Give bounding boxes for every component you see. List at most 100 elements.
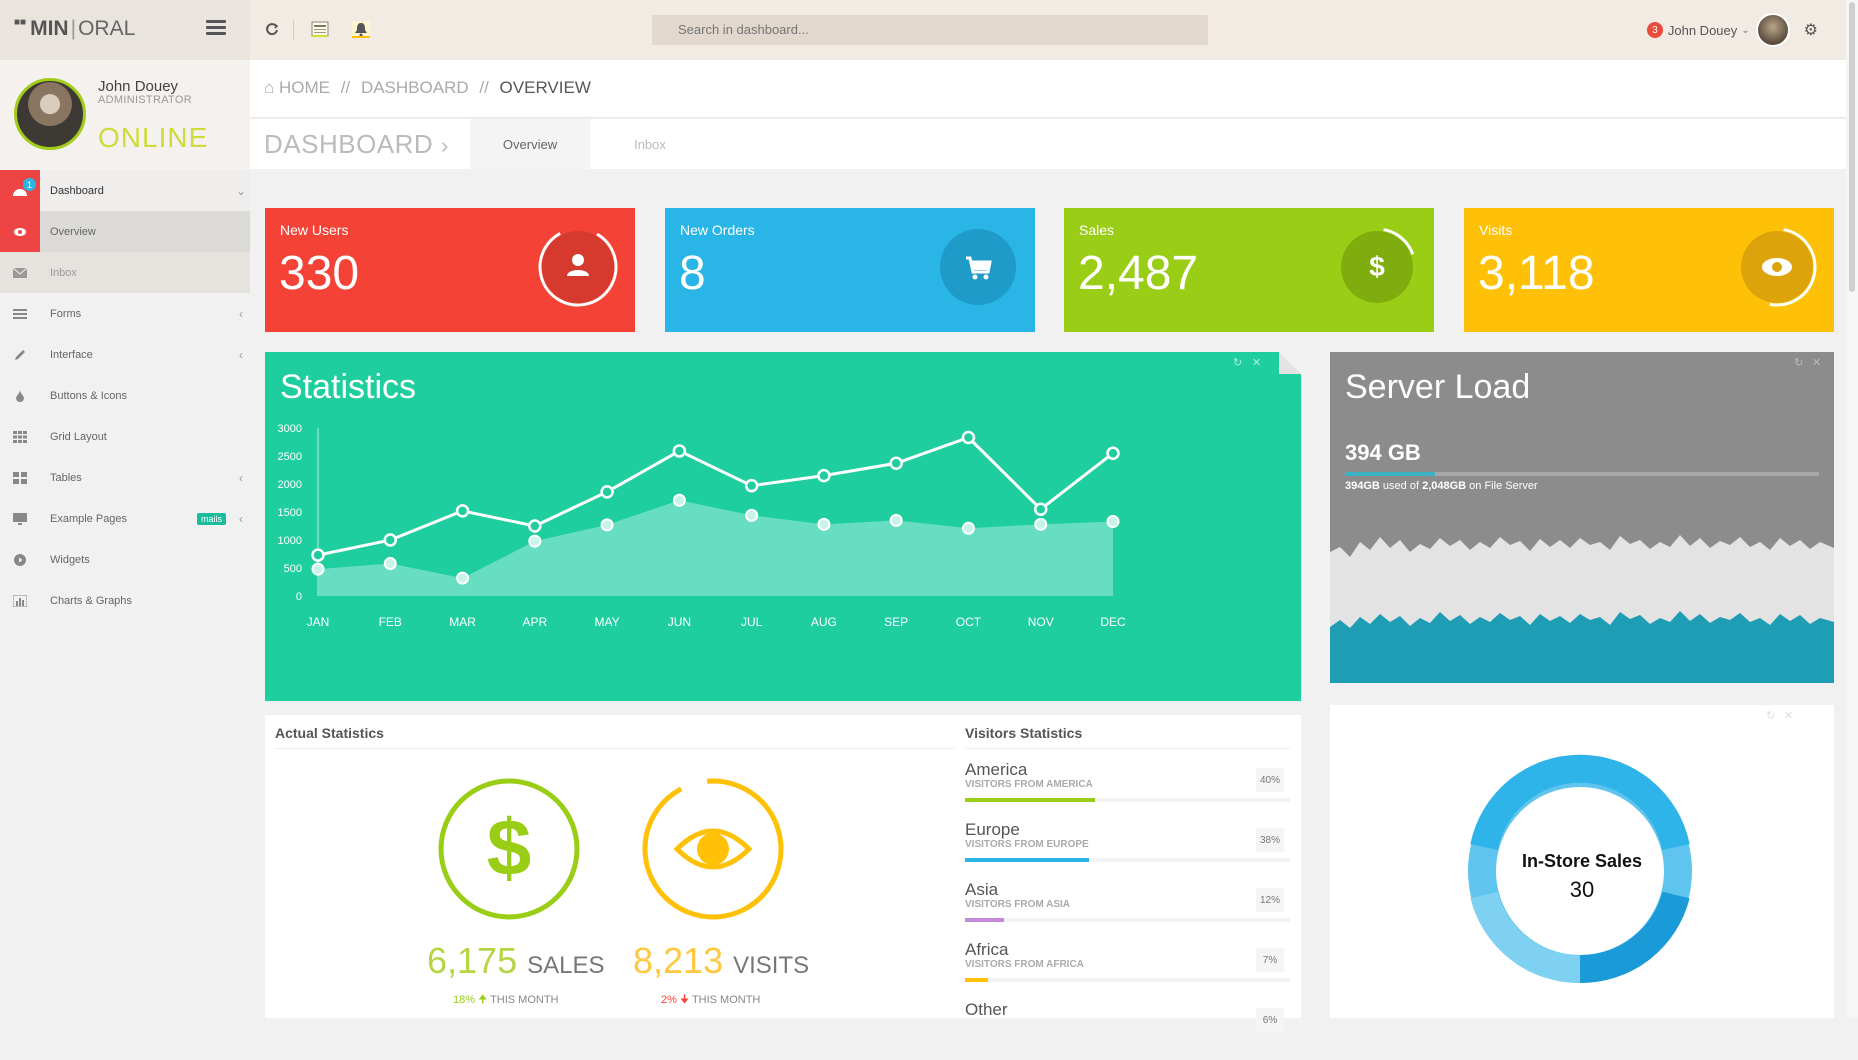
visitor-region: Europe — [965, 820, 1020, 839]
page-title-bar: DASHBOARD › Overview Inbox — [250, 119, 1846, 169]
chevron-left-icon: ‹ — [239, 511, 243, 526]
profile-status: ONLINE — [98, 122, 209, 153]
sidebar-item-forms[interactable]: Forms ‹ — [0, 293, 250, 334]
visitor-region: Asia — [965, 880, 999, 899]
visitor-region: Africa — [965, 940, 1009, 959]
arrow-up-icon: 🠉 — [478, 994, 488, 1006]
gear-icon[interactable]: ⚙ — [1804, 20, 1818, 40]
server-load-panel: Server Load ↻ ✕ 394 GB 394GB used of 2,0… — [1330, 352, 1834, 683]
table-icon — [0, 457, 40, 498]
visitor-bar-fill — [965, 858, 1089, 862]
profile-role: ADMINISTRATOR — [98, 94, 192, 106]
series-1-point — [1033, 502, 1048, 516]
bell-icon[interactable] — [346, 14, 376, 44]
sales-change-pct: 18% — [453, 994, 476, 1006]
user-icon — [538, 227, 618, 307]
sidebar-item-example-pages[interactable]: Example Pages mails ‹ — [0, 498, 250, 539]
visitor-row-other: Other 6% — [965, 1000, 1290, 1060]
sidebar-item-interface[interactable]: Interface ‹ — [0, 334, 250, 375]
x-tick-label: AUG — [811, 615, 837, 629]
visitor-pct: 38% — [1256, 828, 1284, 852]
sidebar-item-inbox[interactable]: Inbox — [0, 252, 250, 293]
visits-number: 8,213 — [633, 940, 724, 981]
visitor-bar-fill — [965, 978, 988, 982]
breadcrumb-dashboard[interactable]: DASHBOARD — [361, 78, 469, 97]
visitor-bar-fill — [965, 918, 1004, 922]
eye-icon — [0, 211, 40, 252]
logo-bold-text: MIN — [30, 17, 69, 40]
sales-value: 6,175 SALES — [427, 940, 605, 982]
app-logo[interactable]: ■■ MIN|ORAL — [14, 17, 135, 41]
sidebar-item-grid-layout[interactable]: Grid Layout — [0, 416, 250, 457]
scrollbar-thumb[interactable] — [1849, 2, 1855, 292]
mails-badge: mails — [196, 512, 226, 525]
menu-toggle-icon[interactable] — [206, 20, 226, 36]
instore-sales-label: In-Store Sales — [1521, 851, 1643, 871]
sidebar-item-tables[interactable]: Tables ‹ — [0, 457, 250, 498]
sidebar-item-buttons-icons[interactable]: Buttons & Icons — [0, 375, 250, 416]
series-1-point — [889, 456, 903, 471]
x-tick-label: MAY — [595, 615, 620, 629]
notification-badge[interactable]: 3 — [1646, 22, 1663, 38]
sidebar-item-dashboard[interactable]: 1 Dashboard ⌄ — [0, 170, 250, 211]
refresh-icon[interactable] — [257, 14, 287, 44]
tile-visits[interactable]: Visits 3,118 — [1464, 208, 1834, 332]
tile-label: New Users — [280, 222, 349, 238]
tile-label: Sales — [1079, 222, 1115, 238]
tile-sales[interactable]: Sales 2,487 $ — [1064, 208, 1434, 332]
sidebar-item-label: Interface — [50, 348, 93, 361]
breadcrumb: ⌂ HOME // DASHBOARD // OVERVIEW — [264, 78, 591, 98]
y-tick-label: 2500 — [278, 451, 302, 463]
visits-unit: VISITS — [733, 952, 810, 979]
pencil-icon — [0, 334, 40, 375]
sidebar-item-widgets[interactable]: Widgets — [0, 539, 250, 580]
series-1-point — [744, 478, 759, 493]
play-circle-icon — [0, 539, 40, 580]
statistics-chart: 0 500 1000 1500 2000 2500 3000 JAN FEB MAR APR MAY J… — [278, 423, 1126, 629]
y-tick-label: 1000 — [278, 535, 302, 547]
profile-avatar[interactable] — [14, 78, 86, 150]
breadcrumb-current: OVERVIEW — [499, 78, 591, 97]
svg-text:$: $ — [487, 803, 532, 892]
tile-new-users[interactable]: New Users 330 — [265, 208, 635, 332]
page-title: DASHBOARD › — [264, 129, 449, 160]
search-input[interactable] — [652, 15, 1208, 45]
sales-unit: SALES — [527, 952, 605, 979]
series-1-point — [1106, 446, 1120, 460]
home-icon[interactable]: ⌂ — [264, 78, 274, 97]
chevron-down-icon[interactable]: ⌄ — [1741, 25, 1749, 36]
header-avatar[interactable] — [1755, 13, 1790, 47]
tab-inbox[interactable]: Inbox — [590, 119, 710, 169]
chevron-left-icon: ‹ — [239, 347, 243, 362]
server-load-graph — [1330, 535, 1834, 683]
page-title-text: DASHBOARD — [264, 129, 434, 159]
sidebar-item-label: Forms — [50, 307, 82, 320]
visitor-region-sub: VISITORS FROM AMERICA — [965, 779, 1093, 790]
tile-value: 8 — [679, 247, 706, 300]
tab-overview[interactable]: Overview — [470, 119, 590, 169]
x-tick-label: JUL — [741, 615, 763, 629]
tile-value: 3,118 — [1478, 247, 1595, 300]
visits-period: THIS MONTH — [691, 994, 761, 1006]
visitor-region: Other — [965, 1000, 1008, 1019]
x-tick-label: FEB — [379, 615, 402, 629]
sidebar-item-label: Dashboard — [50, 184, 104, 197]
visitor-region-sub: VISITORS FROM AFRICA — [965, 959, 1084, 970]
grid-icon — [0, 416, 40, 457]
page-scrollbar[interactable] — [1846, 0, 1858, 1018]
user-menu[interactable]: 3 John Douey ⌄ ⚙ — [1646, 12, 1818, 48]
news-icon[interactable] — [305, 14, 335, 44]
actual-statistics-panel: Actual Statistics $ 6,175 SALES 18% 🠉 TH… — [265, 715, 1301, 1032]
logo-dots-icon: ■■ — [14, 17, 27, 28]
tile-new-orders[interactable]: New Orders 8 — [665, 208, 1035, 332]
top-header: ■■MIN|ORAL 3 John Douey ⌄ ⚙ — [0, 0, 1858, 60]
series-2-point — [456, 571, 470, 585]
sidebar-item-label: Example Pages — [50, 512, 128, 525]
dollar-circle-icon: $ — [438, 778, 580, 920]
sidebar-item-charts-graphs[interactable]: Charts & Graphs — [0, 580, 250, 621]
visits-value: 8,213 VISITS — [633, 940, 809, 982]
header-user-name[interactable]: John Douey — [1668, 23, 1737, 38]
sidebar-item-overview[interactable]: Overview — [0, 211, 250, 252]
breadcrumb-home[interactable]: HOME — [279, 78, 330, 97]
divider — [965, 748, 1290, 749]
